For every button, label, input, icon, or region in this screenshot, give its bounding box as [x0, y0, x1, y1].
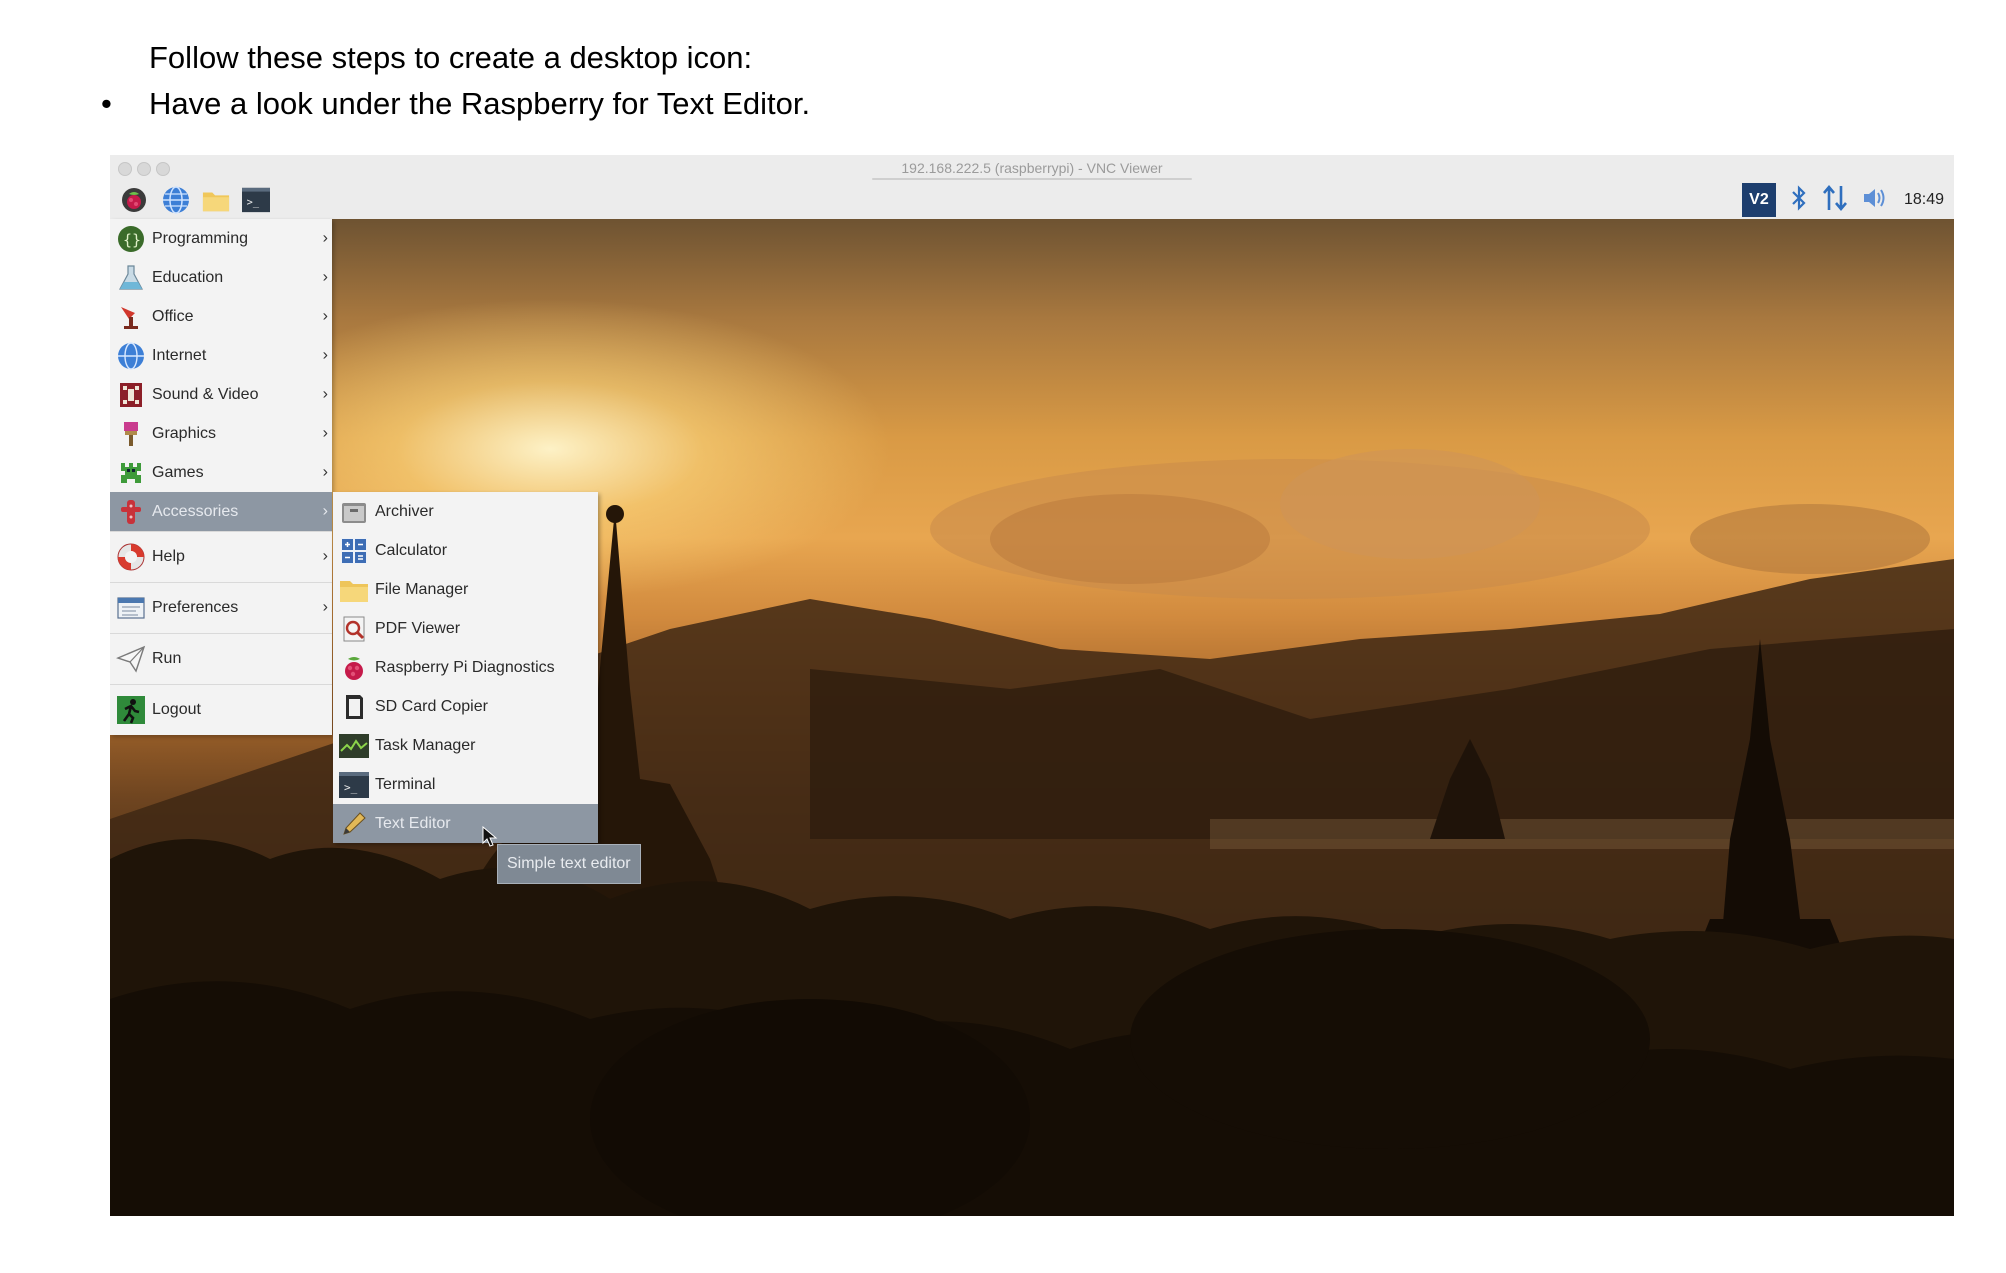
menu-item-label: Graphics [152, 424, 217, 442]
menu-item-education[interactable]: Education › [110, 258, 332, 297]
folder-icon [339, 575, 369, 605]
menu-item-label: Run [152, 650, 182, 667]
submenu-item-sd-card-copier[interactable]: SD Card Copier [333, 687, 598, 726]
accessories-submenu: Archiver Calculator File Manager PDF Vie… [333, 492, 598, 843]
menu-item-logout[interactable]: Logout [110, 684, 332, 735]
submenu-item-calculator[interactable]: Calculator [333, 531, 598, 570]
menu-item-internet[interactable]: Internet › [110, 336, 332, 375]
vnc-icon-label: V2 [1749, 191, 1769, 208]
tooltip: Simple text editor [497, 844, 641, 884]
applications-menu: {} Programming › Education › Office › In… [110, 219, 332, 735]
submenu-item-archiver[interactable]: Archiver [333, 492, 598, 531]
svg-text:>_: >_ [344, 781, 358, 794]
office-icon [116, 302, 146, 332]
preferences-icon [116, 593, 146, 623]
web-browser-icon[interactable] [162, 186, 190, 214]
submenu-arrow-icon: › [322, 547, 328, 565]
education-icon [116, 263, 146, 293]
raspberry-icon [339, 653, 369, 683]
accessories-icon [116, 497, 146, 527]
internet-icon [116, 341, 146, 371]
graphics-icon [116, 419, 146, 449]
menu-item-label: Help [152, 548, 185, 565]
menu-item-label: Games [152, 463, 204, 481]
submenu-arrow-icon: › [322, 424, 328, 442]
terminal-icon[interactable]: >_ [242, 186, 270, 214]
clock: 18:49 [1903, 191, 1944, 208]
title-underline [872, 178, 1192, 180]
games-icon [116, 458, 146, 488]
svg-text:>_: >_ [247, 197, 260, 209]
submenu-arrow-icon: › [322, 502, 328, 520]
menu-item-accessories[interactable]: Accessories › [110, 492, 332, 531]
submenu-item-label: Terminal [375, 775, 436, 793]
vnc-icon[interactable]: V2 [1741, 183, 1776, 217]
volume-icon[interactable] [1862, 186, 1890, 215]
submenu-item-label: SD Card Copier [375, 697, 488, 715]
menu-item-preferences[interactable]: Preferences › [110, 582, 332, 633]
submenu-item-label: File Manager [375, 580, 469, 598]
archiver-icon [339, 497, 369, 527]
submenu-item-file-manager[interactable]: File Manager [333, 570, 598, 609]
bluetooth-icon[interactable] [1790, 184, 1808, 217]
help-icon [116, 542, 146, 572]
submenu-item-text-editor[interactable]: Text Editor [333, 804, 598, 843]
programming-icon: {} [116, 224, 146, 254]
window-title: 192.168.222.5 (raspberrypi) - VNC Viewer [901, 160, 1163, 176]
system-tray: V2 18:49 [1741, 183, 1944, 217]
sd-card-icon [339, 692, 369, 722]
menu-item-label: Logout [152, 701, 201, 718]
logout-icon [116, 695, 146, 725]
menu-item-label: Education [152, 268, 224, 286]
menu-item-label: Internet [152, 346, 207, 364]
raspberry-menu-icon[interactable] [120, 186, 148, 214]
sound-video-icon [116, 380, 146, 410]
submenu-item-raspberry-pi-diagnostics[interactable]: Raspberry Pi Diagnostics [333, 648, 598, 687]
submenu-item-pdf-viewer[interactable]: PDF Viewer [333, 609, 598, 648]
network-icon[interactable] [1822, 184, 1848, 217]
taskbar-panel: >_ V2 18:49 [110, 181, 1954, 220]
menu-item-label: Preferences [152, 599, 239, 616]
mouse-cursor-icon [482, 826, 498, 847]
menu-item-label: Office [152, 307, 194, 325]
submenu-item-label: Calculator [375, 541, 448, 559]
menu-item-run[interactable]: Run [110, 633, 332, 684]
svg-text:{}: {} [123, 231, 141, 249]
vnc-screenshot: 192.168.222.5 (raspberrypi) - VNC Viewer [110, 155, 1954, 1216]
submenu-item-label: Task Manager [375, 736, 476, 754]
submenu-arrow-icon: › [322, 307, 328, 325]
submenu-item-task-manager[interactable]: Task Manager [333, 726, 598, 765]
submenu-arrow-icon: › [322, 385, 328, 403]
submenu-item-label: Raspberry Pi Diagnostics [375, 658, 555, 676]
instruction-heading: Follow these steps to create a desktop i… [149, 40, 753, 75]
submenu-arrow-icon: › [322, 268, 328, 286]
submenu-arrow-icon: › [322, 598, 328, 616]
menu-item-label: Programming [152, 229, 249, 247]
menu-item-sound-video[interactable]: Sound & Video › [110, 375, 332, 414]
menu-item-help[interactable]: Help › [110, 531, 332, 582]
menu-item-graphics[interactable]: Graphics › [110, 414, 332, 453]
menu-item-label: Accessories [152, 502, 239, 520]
submenu-item-label: Archiver [375, 502, 434, 520]
menu-item-office[interactable]: Office › [110, 297, 332, 336]
terminal-icon: >_ [339, 770, 369, 800]
window-titlebar: 192.168.222.5 (raspberrypi) - VNC Viewer [110, 155, 1954, 182]
menu-item-programming[interactable]: {} Programming › [110, 219, 332, 258]
submenu-item-label: PDF Viewer [375, 619, 461, 637]
submenu-arrow-icon: › [322, 346, 328, 364]
pencil-icon [339, 809, 369, 839]
submenu-item-terminal[interactable]: >_ Terminal [333, 765, 598, 804]
bullet-point: • [101, 86, 112, 121]
menu-item-games[interactable]: Games › [110, 453, 332, 492]
submenu-item-label: Text Editor [375, 814, 451, 832]
menu-item-label: Sound & Video [152, 385, 259, 403]
file-manager-icon[interactable] [202, 186, 230, 214]
instruction-step: Have a look under the Raspberry for Text… [149, 86, 811, 121]
calculator-icon [339, 536, 369, 566]
task-manager-icon [339, 731, 369, 761]
submenu-arrow-icon: › [322, 229, 328, 247]
pdf-viewer-icon [339, 614, 369, 644]
submenu-arrow-icon: › [322, 463, 328, 481]
run-icon [116, 644, 146, 674]
